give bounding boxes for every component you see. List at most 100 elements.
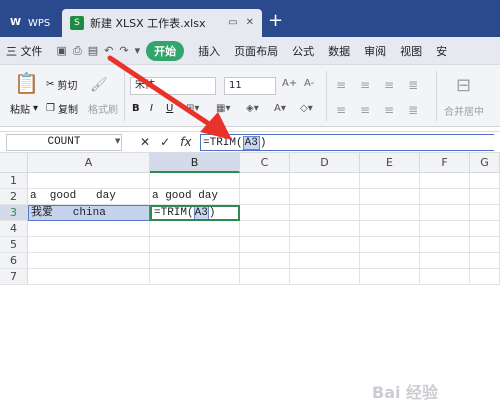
grid-cell[interactable] [360, 189, 420, 205]
cell-a2[interactable]: a good day [28, 189, 150, 205]
align-right-icon[interactable]: ≡ [384, 103, 394, 117]
grid-cell[interactable] [290, 173, 360, 189]
row-header-2[interactable]: 2 [0, 189, 28, 205]
grid-cell[interactable] [420, 253, 470, 269]
formula-input[interactable]: =TRIM(A3) [200, 134, 494, 151]
document-tab[interactable]: S 新建 XLSX 工作表.xlsx ▭ ✕ [62, 9, 262, 37]
paste-button[interactable]: 粘贴 ▾ [10, 101, 38, 116]
grid-cell[interactable] [360, 205, 420, 221]
underline-button[interactable]: U [166, 103, 173, 114]
print-icon[interactable]: ⎙ [73, 44, 82, 58]
column-header-f[interactable]: F [420, 153, 470, 173]
column-header-e[interactable]: E [360, 153, 420, 173]
cell-b3[interactable]: =TRIM(A3) [150, 205, 240, 221]
grid-cell[interactable] [28, 253, 150, 269]
bold-button[interactable]: B [132, 103, 140, 114]
grid-cell[interactable] [240, 205, 290, 221]
italic-button[interactable]: I [150, 103, 153, 114]
grid-cell[interactable] [360, 253, 420, 269]
grid-cell[interactable] [28, 269, 150, 285]
grid-cell[interactable] [470, 237, 500, 253]
grid-cell[interactable] [420, 189, 470, 205]
tab-start[interactable]: 开始 [146, 40, 185, 61]
format-painter-label[interactable]: 格式刷 [88, 101, 118, 116]
copy-button[interactable]: ❐ 复制 [46, 101, 78, 116]
font-color-icon[interactable]: A▾ [274, 103, 286, 114]
grid-cell[interactable] [290, 189, 360, 205]
grid-cell[interactable] [420, 237, 470, 253]
font-size-select[interactable]: 11 [224, 77, 276, 95]
grid-cell[interactable] [28, 173, 150, 189]
grid-cell[interactable] [360, 237, 420, 253]
column-header-d[interactable]: D [290, 153, 360, 173]
name-box[interactable]: COUNT [6, 134, 122, 151]
undo-icon[interactable]: ↶ [104, 44, 113, 57]
align-left-icon[interactable]: ≡ [336, 103, 346, 117]
grid-cell[interactable] [240, 189, 290, 205]
tab-view[interactable]: 视图 [400, 43, 422, 59]
wrap-icon[interactable]: ≣ [408, 78, 418, 92]
grid-cell[interactable] [420, 205, 470, 221]
row-header-7[interactable]: 7 [0, 269, 28, 285]
align-top-icon[interactable]: ≡ [336, 78, 346, 92]
grid-cell[interactable] [470, 269, 500, 285]
insert-function-button[interactable]: fx [180, 135, 191, 149]
grid-cell[interactable] [240, 269, 290, 285]
grid-cell[interactable] [360, 173, 420, 189]
accept-formula-button[interactable]: ✓ [160, 135, 170, 149]
merge-center-button[interactable]: 合并居中 [444, 103, 484, 118]
grid-cell[interactable] [150, 269, 240, 285]
eraser-icon[interactable]: ◇▾ [300, 103, 313, 114]
tab-insert[interactable]: 插入 [198, 43, 220, 59]
grid-cell[interactable] [470, 221, 500, 237]
grid-cell[interactable] [290, 205, 360, 221]
grid-cell[interactable] [240, 221, 290, 237]
align-center-icon[interactable]: ≡ [360, 103, 370, 117]
column-header-b[interactable]: B [150, 153, 240, 173]
border-icon[interactable]: ⊞▾ [186, 103, 199, 114]
wps-home-tab[interactable]: W WPS [4, 9, 56, 37]
grid-cell[interactable] [360, 221, 420, 237]
row-header-6[interactable]: 6 [0, 253, 28, 269]
grid-cell[interactable] [420, 221, 470, 237]
merge-icon[interactable]: ⊟ [456, 75, 471, 96]
shrink-font-button[interactable]: A- [304, 78, 314, 89]
preview-icon[interactable]: ▤ [88, 44, 98, 57]
chevron-down-icon[interactable]: ▼ [115, 137, 120, 145]
grid-cell[interactable] [470, 173, 500, 189]
redo-icon[interactable]: ↷ [119, 44, 128, 57]
tab-formula[interactable]: 公式 [292, 43, 314, 59]
grid-cell[interactable] [290, 269, 360, 285]
row-header-3[interactable]: 3 [0, 205, 28, 221]
tab-page-layout[interactable]: 页面布局 [234, 43, 278, 59]
grid-cell[interactable] [470, 189, 500, 205]
file-menu[interactable]: 三 文件 [6, 43, 43, 59]
row-header-1[interactable]: 1 [0, 173, 28, 189]
grid-cell[interactable] [150, 253, 240, 269]
tab-review[interactable]: 审阅 [364, 43, 386, 59]
grid-cell[interactable] [240, 253, 290, 269]
grid-cell[interactable] [150, 237, 240, 253]
paste-icon[interactable]: 📋 [14, 71, 39, 95]
select-all-corner[interactable] [0, 153, 28, 173]
grid-cell[interactable] [290, 253, 360, 269]
fill-color-icon[interactable]: ◈▾ [246, 103, 259, 114]
column-header-c[interactable]: C [240, 153, 290, 173]
grid-cell[interactable] [150, 173, 240, 189]
cell-a3[interactable]: 我爱 china [28, 205, 150, 221]
align-bottom-icon[interactable]: ≡ [384, 78, 394, 92]
row-header-4[interactable]: 4 [0, 221, 28, 237]
cancel-formula-button[interactable]: ✕ [140, 135, 150, 149]
dropdown-icon[interactable]: ▾ [135, 44, 141, 57]
grid-cell[interactable] [470, 253, 500, 269]
grid-cell[interactable] [150, 221, 240, 237]
new-tab-button[interactable]: + [268, 12, 283, 30]
justify-icon[interactable]: ≣ [408, 103, 418, 117]
grid-cell[interactable] [240, 173, 290, 189]
tab-data[interactable]: 数据 [328, 43, 350, 59]
grid-cell[interactable] [290, 237, 360, 253]
close-tab-icon[interactable]: ✕ [246, 17, 254, 28]
tab-security[interactable]: 安 [436, 43, 447, 59]
cell-b2[interactable]: a good day [150, 189, 240, 205]
grid-cell[interactable] [28, 237, 150, 253]
